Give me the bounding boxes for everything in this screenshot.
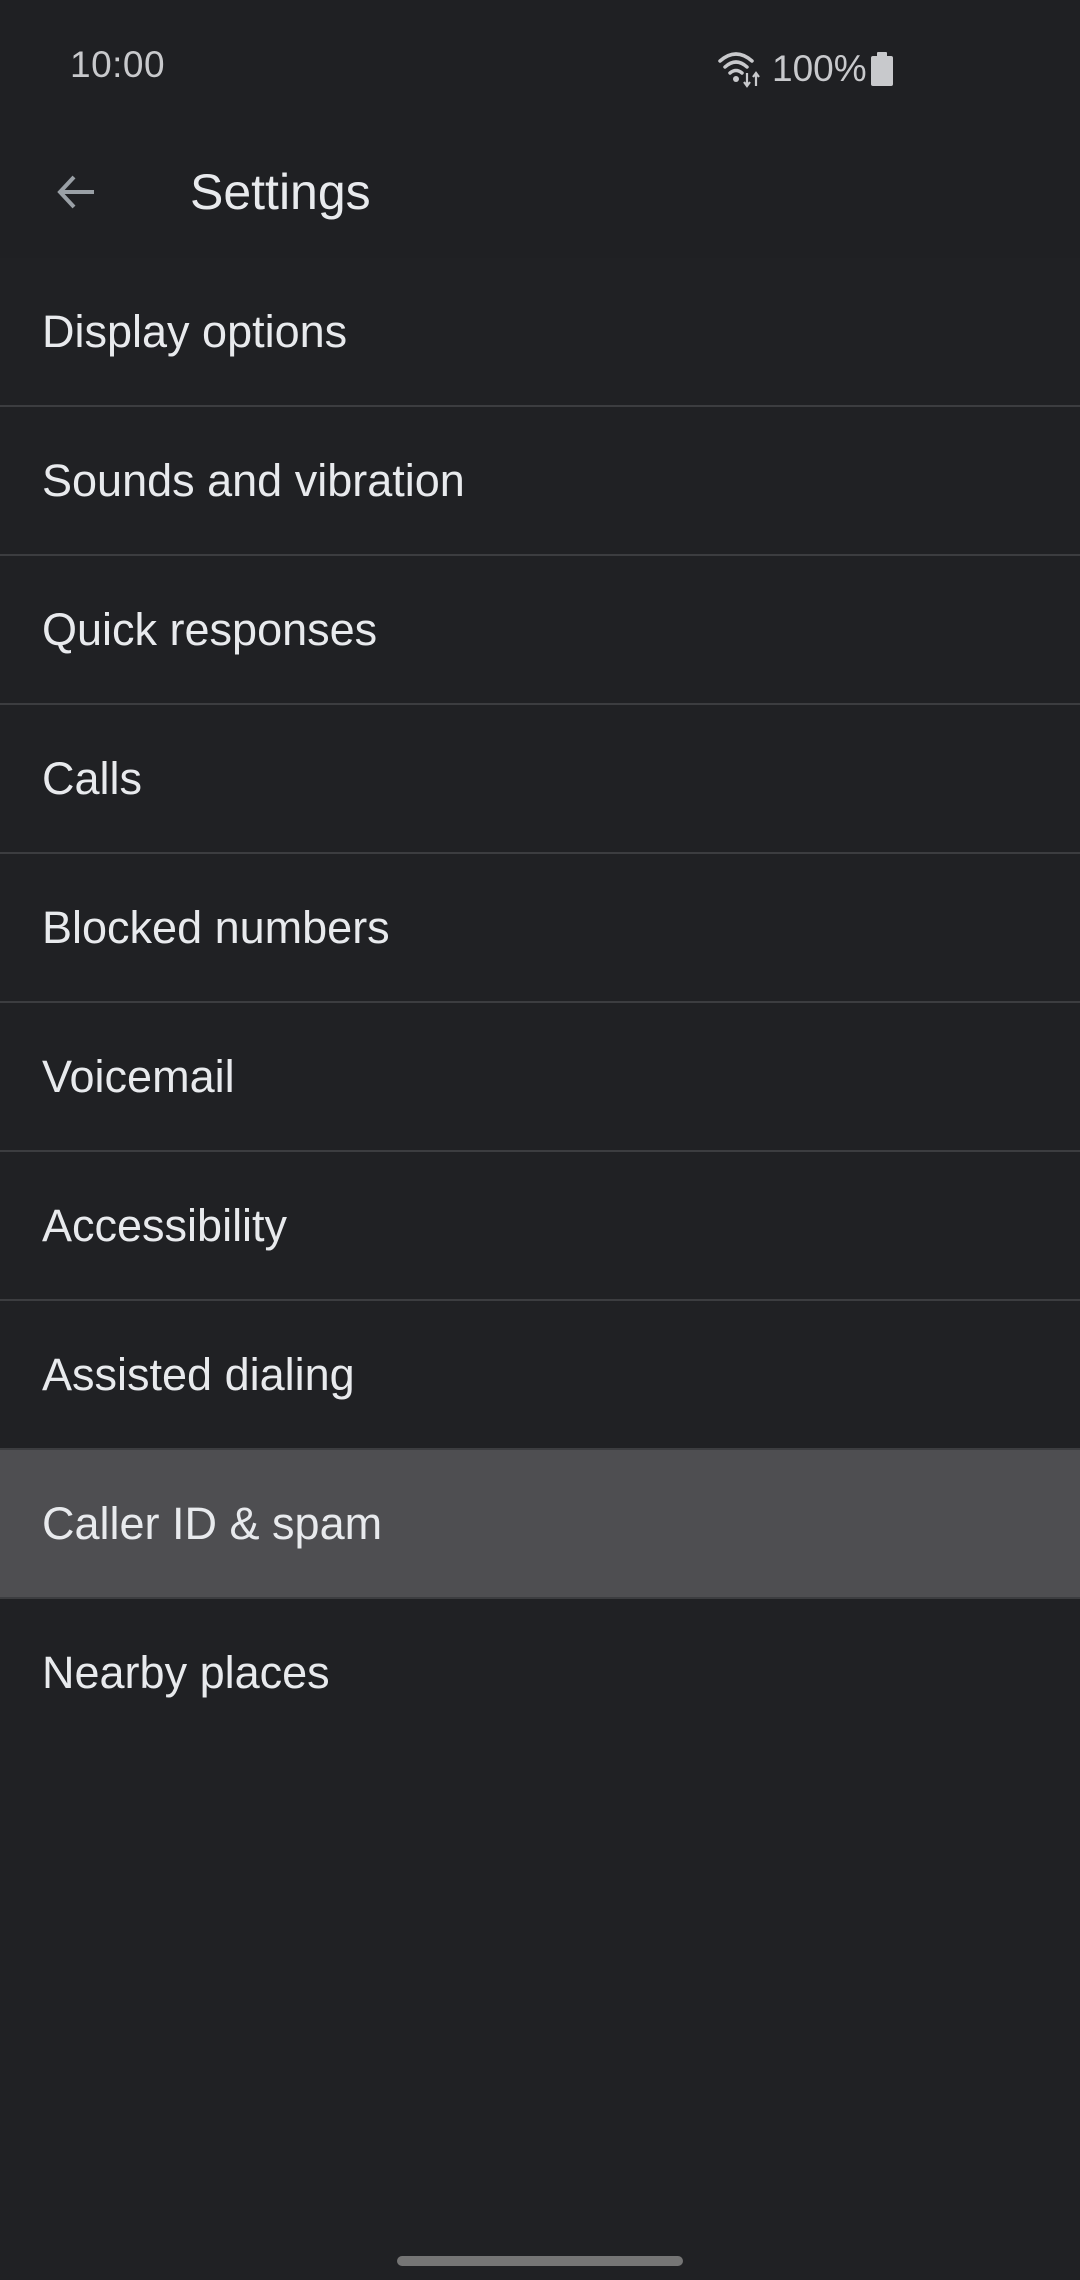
- settings-item-sounds-and-vibration[interactable]: Sounds and vibration: [0, 407, 1080, 556]
- settings-item-display-options[interactable]: Display options: [0, 258, 1080, 407]
- settings-item-nearby-places[interactable]: Nearby places: [0, 1599, 1080, 1746]
- status-time: 10:00: [70, 44, 166, 85]
- settings-item-label: Quick responses: [42, 603, 378, 655]
- settings-item-label: Voicemail: [42, 1050, 235, 1102]
- settings-item-label: Assisted dialing: [42, 1348, 355, 1400]
- settings-item-label: Accessibility: [42, 1199, 288, 1251]
- settings-item-label: Display options: [42, 305, 348, 357]
- page-title: Settings: [190, 164, 371, 220]
- home-indicator[interactable]: [397, 2256, 683, 2266]
- battery-percent: 100%: [772, 48, 867, 89]
- arrow-back-icon: [57, 175, 94, 209]
- settings-item-label: Nearby places: [42, 1646, 330, 1698]
- app-bar: Settings: [0, 130, 1080, 258]
- battery-icon: [870, 52, 893, 86]
- settings-item-label: Calls: [42, 752, 143, 804]
- settings-item-accessibility[interactable]: Accessibility: [0, 1152, 1080, 1301]
- settings-item-calls[interactable]: Calls: [0, 705, 1080, 854]
- settings-list: Display options Sounds and vibration Qui…: [0, 258, 1080, 1746]
- settings-item-blocked-numbers[interactable]: Blocked numbers: [0, 854, 1080, 1003]
- settings-item-label: Sounds and vibration: [42, 454, 465, 506]
- wifi-icon: [718, 52, 760, 88]
- settings-item-voicemail[interactable]: Voicemail: [0, 1003, 1080, 1152]
- settings-item-quick-responses[interactable]: Quick responses: [0, 556, 1080, 705]
- settings-item-label: Caller ID & spam: [42, 1497, 383, 1549]
- settings-item-assisted-dialing[interactable]: Assisted dialing: [0, 1301, 1080, 1450]
- back-button[interactable]: [40, 156, 112, 228]
- status-icons: 100%: [718, 44, 893, 94]
- settings-item-label: Blocked numbers: [42, 901, 390, 953]
- status-bar: 10:00 100%: [0, 0, 1080, 130]
- settings-item-caller-id-and-spam[interactable]: Caller ID & spam: [0, 1450, 1080, 1599]
